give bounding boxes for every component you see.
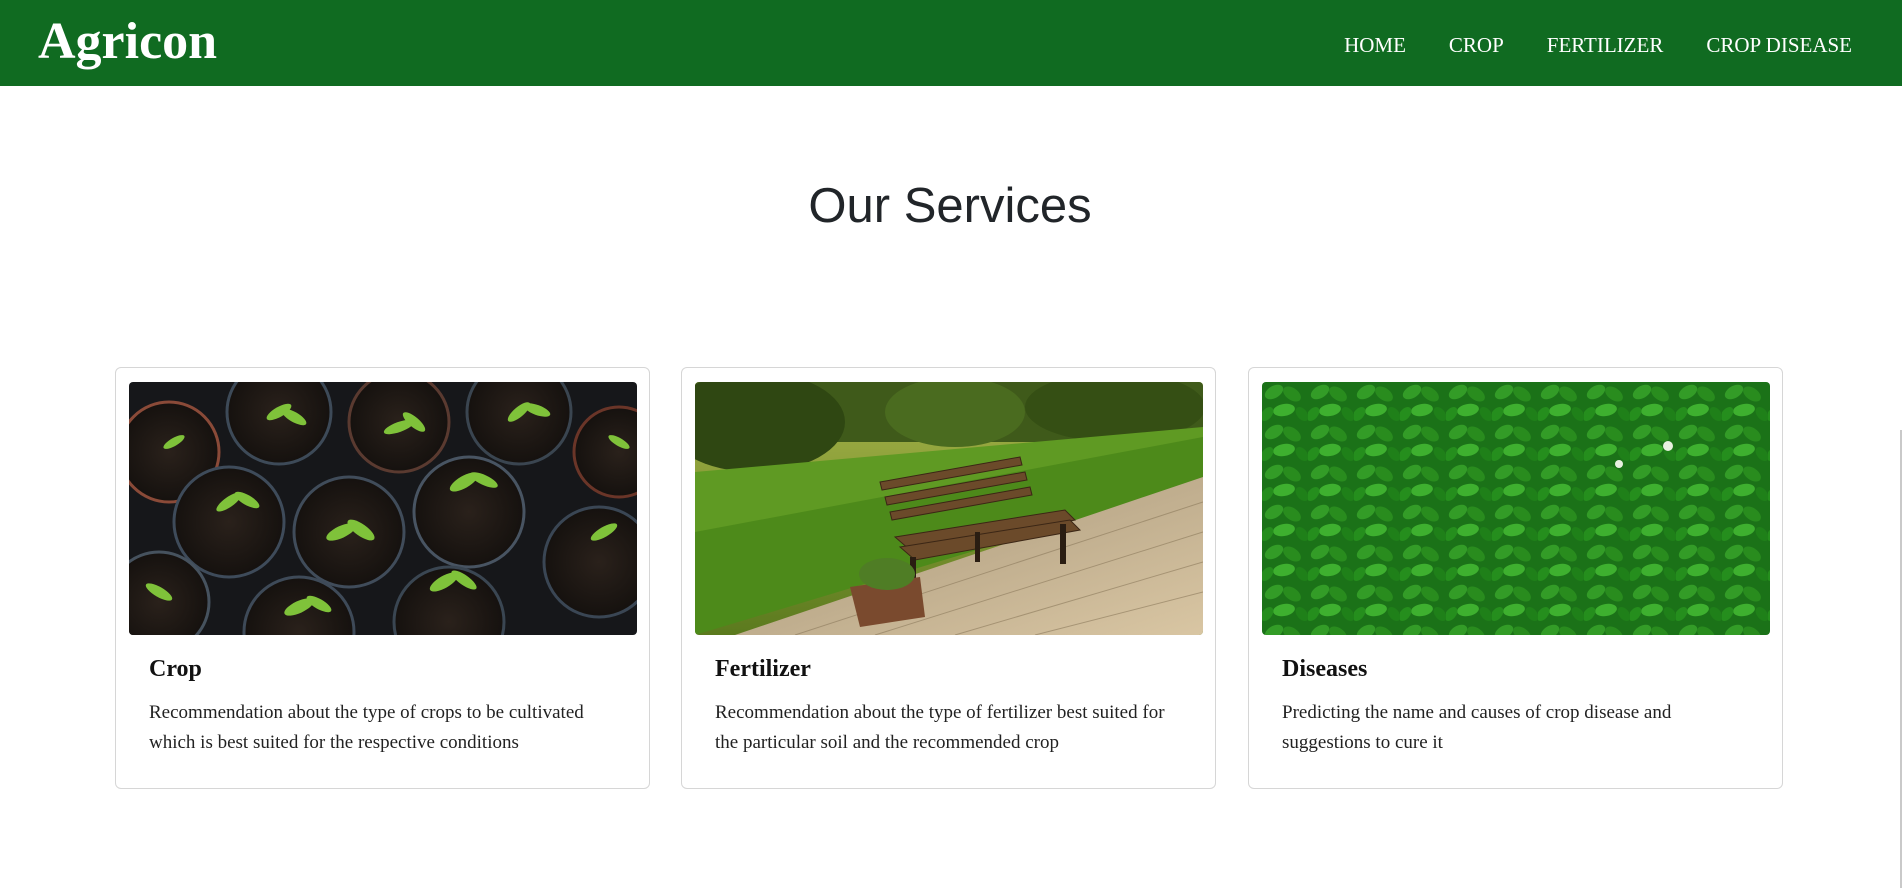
service-card-diseases[interactable]: Diseases Predicting the name and causes … <box>1248 367 1783 789</box>
card-title-fertilizer: Fertilizer <box>715 656 811 682</box>
nav-links: HOME CROP FERTILIZER CROP DISEASE <box>1301 0 1852 86</box>
green-leaves-image <box>1262 382 1770 635</box>
nav-link-fertilizer[interactable]: FERTILIZER <box>1547 29 1664 57</box>
navbar: Agricon HOME CROP FERTILIZER CROP DISEAS… <box>0 0 1902 86</box>
service-card-crop[interactable]: Crop Recommendation about the type of cr… <box>115 367 650 789</box>
card-title-crop: Crop <box>149 656 202 682</box>
services-heading: Our Services <box>808 179 1092 233</box>
brand-logo[interactable]: Agricon <box>38 10 217 74</box>
card-text-fertilizer: Recommendation about the type of fertili… <box>715 702 1165 753</box>
card-text-diseases: Predicting the name and causes of crop d… <box>1282 702 1672 753</box>
nav-link-home[interactable]: HOME <box>1344 29 1406 57</box>
nav-link-crop-disease[interactable]: CROP DISEASE <box>1706 29 1852 57</box>
nav-link-crop[interactable]: CROP <box>1449 29 1504 57</box>
card-title-diseases: Diseases <box>1282 656 1368 682</box>
card-text-crop: Recommendation about the type of crops t… <box>149 702 584 753</box>
seedlings-image <box>129 382 637 635</box>
garden-bench-image <box>695 382 1203 635</box>
service-card-fertilizer[interactable]: Fertilizer Recommendation about the type… <box>681 367 1216 789</box>
